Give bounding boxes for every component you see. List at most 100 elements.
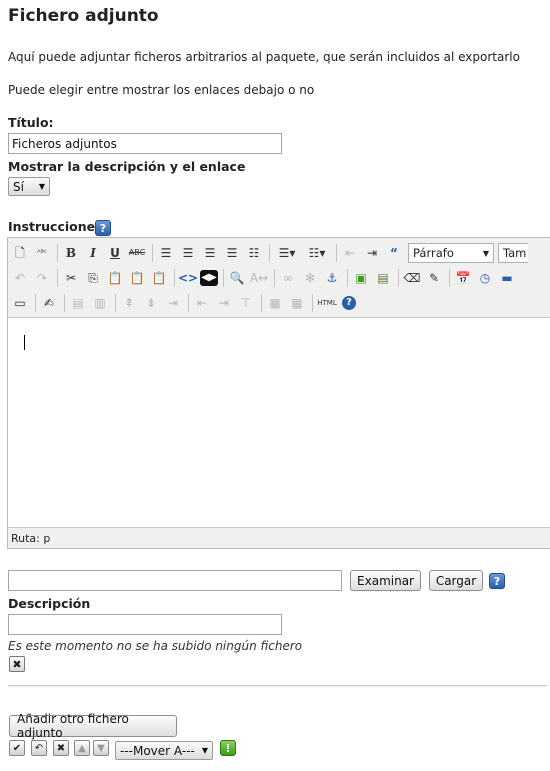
page-title: Fichero adjunto	[8, 6, 159, 26]
text-caret	[24, 335, 25, 350]
layer-icon[interactable]: ▭	[10, 293, 30, 313]
delete-icon[interactable]: ✖	[53, 740, 69, 756]
insert-date-icon[interactable]: 📅	[453, 268, 473, 288]
styles-icon[interactable]: ☷	[244, 243, 264, 263]
align-center-icon[interactable]: ☰	[178, 243, 198, 263]
paste-icon[interactable]: 📋	[105, 268, 125, 288]
replace-icon[interactable]: A↔	[249, 268, 269, 288]
arrow-down-icon[interactable]: ▼	[93, 740, 109, 756]
link-icon[interactable]: ∞	[278, 268, 298, 288]
upload-button[interactable]: Cargar	[429, 570, 483, 591]
bullet-list-icon[interactable]: ☰▾	[273, 243, 301, 263]
horizontal-rule-icon[interactable]: ▬	[497, 268, 517, 288]
html-source-button[interactable]: HTML	[316, 293, 338, 313]
editor-statusbar: Ruta: p	[8, 527, 550, 548]
underline-button[interactable]: U	[105, 243, 125, 263]
question-icon[interactable]: ?	[95, 220, 111, 236]
indent-icon[interactable]: ⇥	[362, 243, 382, 263]
separator	[261, 294, 262, 312]
move-to-select[interactable]: ---Mover A--- ▼	[115, 741, 213, 760]
insert-row-before-icon[interactable]: ⇞	[119, 293, 139, 313]
anchor-icon[interactable]: ⚓	[322, 268, 342, 288]
outdent-icon[interactable]: ⇤	[340, 243, 360, 263]
find-icon[interactable]: 🔍	[227, 268, 247, 288]
separator	[152, 244, 153, 262]
separator	[57, 269, 58, 287]
intro-text-2: Puede elegir entre mostrar los enlaces d…	[8, 83, 315, 97]
editor-help-icon[interactable]: ?	[342, 296, 356, 310]
checkmark-icon[interactable]: ✔	[9, 740, 25, 756]
editor-toolbar: 🗋 ᴬᴮᶜ B I U ABC ☰ ☰ ☰ ☰ ☷ ☰▾ ☷▾ ⇤ ⇥ “ Pá…	[8, 238, 550, 318]
instructions-label: Instrucciones	[8, 219, 103, 234]
font-size-select-value: Tam	[503, 246, 527, 260]
delete-col-icon[interactable]: ⊤	[236, 293, 256, 313]
show-description-label: Mostrar la descripción y el enlace	[8, 159, 246, 174]
delete-icon[interactable]: ✖	[9, 656, 25, 672]
format-select-value: Párrafo	[413, 246, 454, 260]
separator	[274, 269, 275, 287]
chevron-down-icon: ▼	[201, 746, 208, 755]
insert-row-after-icon[interactable]: ⇟	[141, 293, 161, 313]
editor-path: Ruta: p	[11, 532, 51, 545]
add-attachment-button[interactable]: Añadir otro fichero adjunto	[9, 712, 177, 740]
insert-col-before-icon[interactable]: ⇤	[192, 293, 212, 313]
align-justify-icon[interactable]: ☰	[222, 243, 242, 263]
merge-cells-icon[interactable]: ▦	[287, 293, 307, 313]
strikethrough-button[interactable]: ABC	[127, 243, 147, 263]
table-row-props-icon[interactable]: ▤	[68, 293, 88, 313]
separator	[57, 244, 58, 262]
italic-button[interactable]: I	[83, 243, 103, 263]
browse-button[interactable]: Examinar	[350, 570, 421, 591]
align-left-icon[interactable]: ☰	[156, 243, 176, 263]
file-path-input[interactable]	[8, 570, 342, 591]
cut-icon[interactable]: ✂	[61, 268, 81, 288]
spellcheck-icon[interactable]: ᴬᴮᶜ	[32, 243, 52, 263]
fullscreen-icon[interactable]: ◀▶	[200, 270, 218, 286]
intro-text: Aquí puede adjuntar ficheros arbitrarios…	[8, 50, 520, 64]
question-icon[interactable]: ?	[489, 573, 505, 589]
unlink-icon[interactable]: ✻	[300, 268, 320, 288]
info-icon[interactable]: !	[220, 740, 236, 756]
insert-time-icon[interactable]: ◷	[475, 268, 495, 288]
toolbar-row-3: ▭ ✍ ▤ ▥ ⇞ ⇟ ⇥ ⇤ ⇥ ⊤ ▦ ▦ HTML ?	[10, 291, 358, 315]
media-icon[interactable]: ▤	[373, 268, 393, 288]
paste-text-icon[interactable]: 📋	[127, 268, 147, 288]
undo-icon[interactable]: ↶	[10, 268, 30, 288]
code-icon[interactable]: <>	[178, 268, 198, 288]
arrow-up-icon[interactable]: ▲	[74, 740, 90, 756]
separator	[312, 294, 313, 312]
edit-css-icon[interactable]: ✍	[39, 293, 59, 313]
show-description-value: Sí	[13, 179, 24, 194]
redo-icon[interactable]: ↷	[32, 268, 52, 288]
blockquote-icon[interactable]: “	[384, 243, 404, 263]
chevron-down-icon: ▼	[38, 182, 45, 191]
paste-word-icon[interactable]: 📋	[149, 268, 169, 288]
insert-col-after-icon[interactable]: ⇥	[214, 293, 234, 313]
separator	[223, 269, 224, 287]
table-cell-props-icon[interactable]: ▥	[90, 293, 110, 313]
description-input[interactable]	[8, 614, 282, 635]
divider	[8, 685, 547, 687]
format-select[interactable]: Párrafo ▼	[408, 243, 494, 263]
separator	[336, 244, 337, 262]
bold-button[interactable]: B	[61, 243, 81, 263]
cleanup-icon[interactable]: ✎	[424, 268, 444, 288]
image-icon[interactable]: ▣	[351, 268, 371, 288]
new-document-icon[interactable]: 🗋	[10, 243, 30, 263]
numbered-list-icon[interactable]: ☷▾	[303, 243, 331, 263]
eraser-icon[interactable]: ⌫	[402, 268, 422, 288]
align-right-icon[interactable]: ☰	[200, 243, 220, 263]
font-size-select[interactable]: Tam	[498, 243, 528, 263]
separator	[188, 294, 189, 312]
split-cells-icon[interactable]: ▦	[265, 293, 285, 313]
show-description-select[interactable]: Sí ▼	[8, 177, 50, 196]
copy-icon[interactable]: ⎘	[83, 268, 103, 288]
title-input[interactable]	[8, 133, 282, 154]
editor-content-area[interactable]	[8, 319, 550, 528]
rich-text-editor: 🗋 ᴬᴮᶜ B I U ABC ☰ ☰ ☰ ☰ ☷ ☰▾ ☷▾ ⇤ ⇥ “ Pá…	[7, 237, 550, 549]
chevron-down-icon: ▼	[482, 248, 489, 258]
undo-icon[interactable]: ↶	[31, 740, 47, 756]
separator	[347, 269, 348, 287]
separator	[398, 269, 399, 287]
delete-row-icon[interactable]: ⇥	[163, 293, 183, 313]
